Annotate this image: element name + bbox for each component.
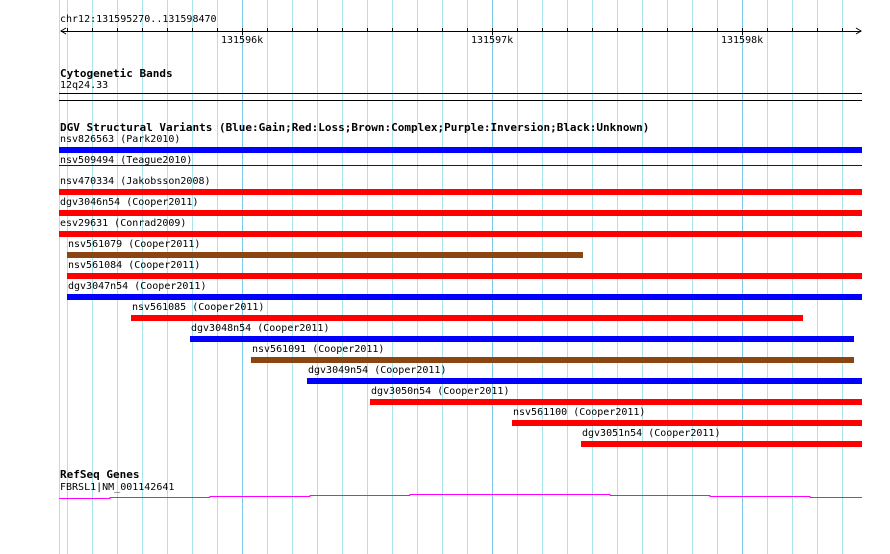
- ruler-tick: [492, 28, 493, 35]
- ruler-range-label: chr12:131595270..131598470: [60, 14, 217, 25]
- ruler-tick: [667, 28, 668, 32]
- variant-bar-gain[interactable]: [59, 165, 862, 166]
- ruler-tick: [717, 28, 718, 32]
- ruler-tick: [467, 28, 468, 32]
- ruler-tick: [367, 28, 368, 32]
- variant-label: dgv3050n54 (Cooper2011): [371, 386, 510, 397]
- ruler-tick: [417, 28, 418, 32]
- cytoband-label: 12q24.33: [60, 80, 109, 91]
- ruler-tick: [692, 28, 693, 32]
- variant-label: nsv561079 (Cooper2011): [68, 239, 201, 250]
- ruler-tick: [392, 28, 393, 32]
- tick-label: 131596k: [221, 35, 264, 46]
- variant-bar-loss[interactable]: [581, 441, 862, 447]
- ruler-tick: [742, 28, 743, 35]
- variant-label: nsv561084 (Cooper2011): [68, 260, 201, 271]
- variant-label: dgv3048n54 (Cooper2011): [191, 323, 330, 334]
- arrow-right-icon: [855, 27, 862, 35]
- ruler-tick: [242, 28, 243, 35]
- ruler-tick: [117, 28, 118, 32]
- track-divider: [59, 100, 862, 101]
- ruler-tick: [817, 28, 818, 32]
- variant-bar-loss[interactable]: [59, 210, 862, 216]
- variant-label: nsv470334 (Jakobsson2008): [60, 176, 211, 187]
- variant-label: dgv3047n54 (Cooper2011): [68, 281, 207, 292]
- ruler-tick: [92, 28, 93, 32]
- track-title[interactable]: Cytogenetic Bands: [60, 67, 173, 80]
- variant-label: nsv826563 (Park2010): [60, 134, 181, 145]
- ruler-tick: [292, 28, 293, 32]
- variant-bar-loss[interactable]: [59, 231, 862, 237]
- ruler-tick: [67, 28, 68, 32]
- track-title[interactable]: DGV Structural Variants (Blue:Gain;Red:L…: [60, 121, 649, 134]
- ruler-tick: [342, 28, 343, 32]
- variant-label: dgv3046n54 (Cooper2011): [60, 197, 199, 208]
- ruler-tick: [792, 28, 793, 32]
- variant-bar-complex[interactable]: [67, 252, 583, 258]
- ruler-tick: [642, 28, 643, 32]
- variant-bar-loss[interactable]: [59, 189, 862, 195]
- variant-bar-loss[interactable]: [67, 273, 862, 279]
- ruler-tick: [317, 28, 318, 32]
- ruler-tick: [517, 28, 518, 32]
- variant-bar-gain[interactable]: [67, 294, 862, 300]
- variant-bar-gain[interactable]: [307, 378, 862, 384]
- ruler-tick: [567, 28, 568, 32]
- ruler-tick: [267, 28, 268, 32]
- gene-feature[interactable]: [0, 488, 890, 502]
- ruler-tick: [592, 28, 593, 32]
- variant-label: nsv561091 (Cooper2011): [252, 344, 385, 355]
- track-title[interactable]: RefSeq Genes: [60, 468, 139, 481]
- variant-label: esv29631 (Conrad2009): [60, 218, 187, 229]
- variant-label: nsv561100 (Cooper2011): [513, 407, 646, 418]
- ruler-tick: [542, 28, 543, 32]
- tick-label: 131597k: [471, 35, 514, 46]
- variant-bar-loss[interactable]: [370, 399, 862, 405]
- ruler-tick: [767, 28, 768, 32]
- ruler-tick: [167, 28, 168, 32]
- ruler-tick: [192, 28, 193, 32]
- variant-bar-loss[interactable]: [512, 420, 862, 426]
- variant-bar-gain[interactable]: [190, 336, 854, 342]
- cytoband-feature[interactable]: [59, 93, 862, 94]
- ruler-tick: [442, 28, 443, 32]
- variant-bar-gain[interactable]: [59, 147, 862, 153]
- variant-label: dgv3051n54 (Cooper2011): [582, 428, 721, 439]
- arrow-left-icon: [60, 27, 67, 35]
- tick-label: 131598k: [721, 35, 764, 46]
- ruler-tick: [617, 28, 618, 32]
- ruler-tick: [217, 28, 218, 32]
- ruler-tick: [142, 28, 143, 32]
- variant-label: dgv3049n54 (Cooper2011): [308, 365, 447, 376]
- variant-bar-loss[interactable]: [131, 315, 803, 321]
- variant-label: nsv561085 (Cooper2011): [132, 302, 265, 313]
- ruler-tick: [842, 28, 843, 32]
- variant-bar-complex[interactable]: [251, 357, 854, 363]
